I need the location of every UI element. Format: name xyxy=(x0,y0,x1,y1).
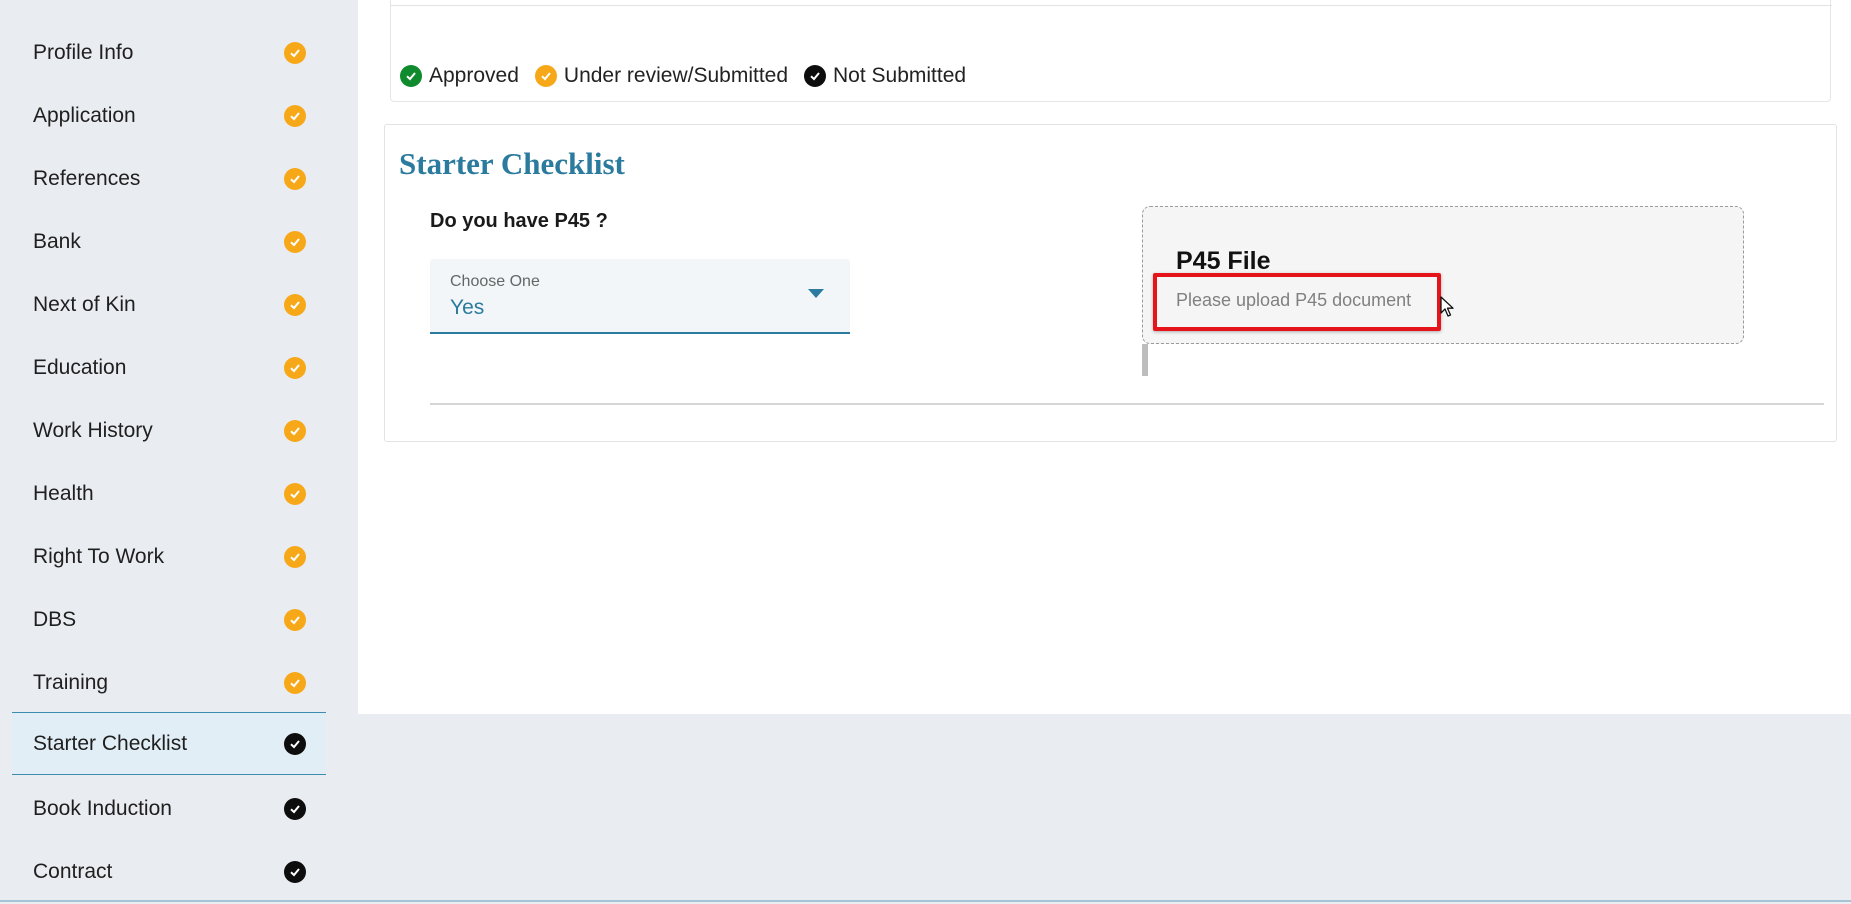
sidebar-item-training[interactable]: Training xyxy=(12,651,326,714)
sidebar-item-application[interactable]: Application xyxy=(12,84,326,147)
upload-hint[interactable]: Please upload P45 document xyxy=(1176,290,1411,311)
check-circle-icon xyxy=(284,167,306,190)
check-circle-icon xyxy=(400,65,422,87)
check-circle-icon xyxy=(284,356,306,379)
check-circle-icon xyxy=(284,608,306,631)
sidebar-item-starter-checklist[interactable]: Starter Checklist xyxy=(12,712,326,775)
sidebar-item-label: Contract xyxy=(33,859,113,883)
sidebar-item-bank[interactable]: Bank xyxy=(12,210,326,273)
sidebar-item-label: Right To Work xyxy=(33,544,165,568)
sidebar-item-right-to-work[interactable]: Right To Work xyxy=(12,525,326,588)
sidebar-item-label: References xyxy=(33,166,141,190)
sidebar-item-label: Education xyxy=(33,355,127,379)
chevron-down-icon[interactable] xyxy=(808,289,824,298)
sidebar-item-label: Work History xyxy=(33,418,153,442)
legend-label: Not Submitted xyxy=(833,64,967,87)
check-circle-icon xyxy=(284,419,306,442)
legend-not-submitted: Not Submitted xyxy=(804,64,966,88)
legend-under-review: Under review/Submitted xyxy=(534,64,789,88)
bottom-border xyxy=(0,900,1851,902)
sidebar-item-label: Bank xyxy=(33,229,81,253)
sidebar-item-health[interactable]: Health xyxy=(12,462,326,525)
upload-progress-handle xyxy=(1142,344,1148,376)
sidebar-item-label: Health xyxy=(33,481,94,505)
check-circle-icon xyxy=(284,732,306,755)
p45-choice-select[interactable]: Choose One Yes xyxy=(430,259,850,334)
main-content: Approved Under review/Submitted Not Subm… xyxy=(358,0,1851,714)
sidebar-item-education[interactable]: Education xyxy=(12,336,326,399)
sidebar-item-label: Profile Info xyxy=(33,40,134,64)
select-value: Yes xyxy=(450,296,485,319)
p45-question: Do you have P45 ? xyxy=(430,210,608,232)
page-title: Starter Checklist xyxy=(399,146,625,181)
sidebar-item-label: Starter Checklist xyxy=(33,731,188,755)
check-circle-icon xyxy=(284,230,306,253)
sidebar-item-label: Book Induction xyxy=(33,796,172,820)
select-label: Choose One xyxy=(450,273,540,290)
check-circle-icon xyxy=(284,104,306,127)
legend-label: Approved xyxy=(429,64,519,87)
sidebar-item-references[interactable]: References xyxy=(12,147,326,210)
sidebar-item-contract[interactable]: Contract xyxy=(12,840,326,903)
sidebar-item-label: DBS xyxy=(33,607,77,631)
sidebar-item-label: Training xyxy=(33,670,109,694)
check-circle-icon xyxy=(284,860,306,883)
sidebar-item-book-induction[interactable]: Book Induction xyxy=(12,777,326,840)
check-circle-icon xyxy=(804,65,827,87)
top-divider xyxy=(390,0,1832,6)
p45-upload-dropzone[interactable]: P45 File Please upload P45 document xyxy=(1142,206,1744,344)
section-divider xyxy=(430,403,1824,405)
check-circle-icon xyxy=(284,671,306,694)
mouse-cursor-icon xyxy=(1440,296,1454,317)
sidebar-item-label: Application xyxy=(33,103,136,127)
check-circle-icon xyxy=(284,293,306,316)
starter-checklist-card: Starter Checklist Do you have P45 ? Choo… xyxy=(384,124,1837,442)
sidebar-item-work-history[interactable]: Work History xyxy=(12,399,326,462)
legend-approved: Approved xyxy=(400,64,519,88)
check-circle-icon xyxy=(284,482,306,505)
status-legend: Approved Under review/Submitted Not Subm… xyxy=(400,63,966,89)
legend-label: Under review/Submitted xyxy=(563,64,789,87)
check-circle-icon xyxy=(284,41,306,64)
sidebar: Profile Info Application References Bank… xyxy=(0,0,358,904)
check-circle-icon xyxy=(284,545,306,568)
upload-title: P45 File xyxy=(1176,247,1271,275)
check-circle-icon xyxy=(284,797,306,820)
sidebar-item-label: Next of Kin xyxy=(33,292,136,316)
sidebar-item-next-of-kin[interactable]: Next of Kin xyxy=(12,273,326,336)
sidebar-item-dbs[interactable]: DBS xyxy=(12,588,326,651)
sidebar-item-profile-info[interactable]: Profile Info xyxy=(12,21,326,84)
check-circle-icon xyxy=(534,65,557,87)
